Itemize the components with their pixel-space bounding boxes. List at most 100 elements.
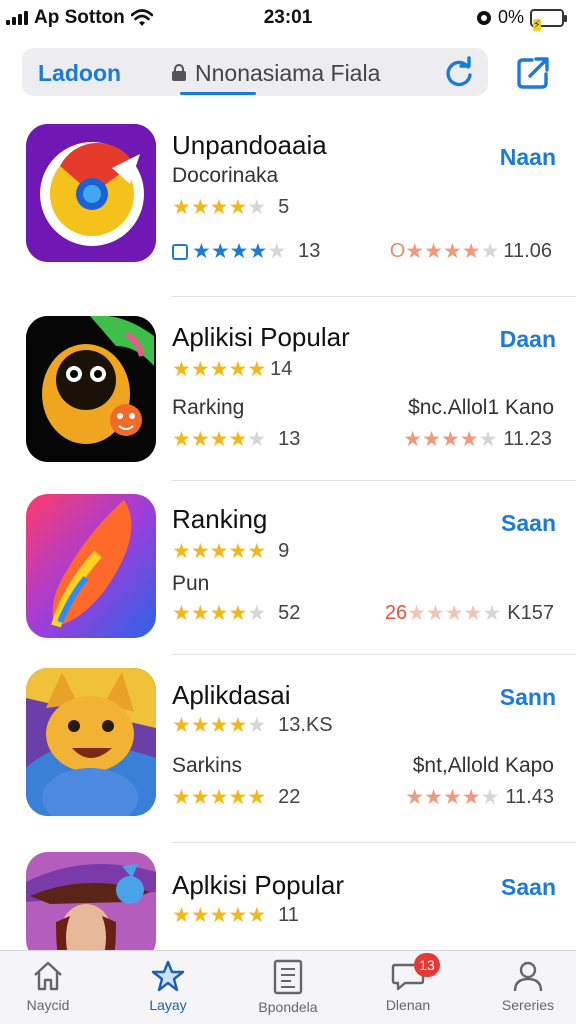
star-icon: ★	[228, 427, 248, 451]
rating-row: ★★★★★ 13	[172, 240, 320, 263]
app-name[interactable]: Aplkisi Popular	[172, 870, 344, 901]
tab-featured[interactable]: Layay	[120, 959, 216, 1013]
star-icon: ★	[248, 239, 268, 263]
tab-documents[interactable]: Bpondela	[240, 959, 336, 1015]
star-icon: ★	[463, 601, 483, 625]
app-name[interactable]: Aplikdasai	[172, 680, 291, 711]
rating-row: O ★★★★★ 11.06	[390, 240, 552, 263]
star-rating-icon: ★★★★★	[172, 603, 266, 625]
rating-value: 5	[278, 196, 290, 218]
star-icon: ★	[190, 539, 210, 563]
tab-home[interactable]: Naycid	[0, 959, 96, 1013]
star-icon: ★	[228, 357, 248, 381]
star-icon: ★	[478, 427, 498, 451]
app-subtitle: Rarking	[172, 396, 245, 419]
star-icon: ★	[228, 539, 248, 563]
star-icon: ★	[442, 239, 462, 263]
rating-row: ★★★★★ 11.23	[403, 428, 552, 451]
star-rating-icon: ★★★★★	[172, 715, 266, 737]
star-icon: ★	[209, 601, 229, 625]
star-icon: ★	[425, 601, 445, 625]
address-bar[interactable]: Ladoon Nnonasiama Fiala	[22, 48, 488, 96]
get-button[interactable]: Naan	[500, 144, 556, 171]
star-icon: ★	[190, 903, 210, 927]
rating-row: ★★★★★ 5	[172, 196, 289, 219]
star-icon: ★	[172, 357, 191, 381]
address-row: Ladoon Nnonasiama Fiala	[0, 44, 576, 100]
star-rating-icon: ★★★★★	[172, 359, 266, 381]
star-icon: ★	[209, 785, 229, 809]
app-subtitle: Pun	[172, 572, 210, 595]
get-button[interactable]: Daan	[500, 326, 556, 353]
star-icon: ★	[172, 903, 191, 927]
rating-value: 13.KS	[278, 714, 333, 736]
star-icon: ★	[424, 785, 443, 809]
star-icon: ★	[459, 427, 479, 451]
star-icon: ★	[209, 427, 229, 451]
row-divider	[172, 480, 576, 481]
app-name[interactable]: Ranking	[172, 504, 267, 535]
browser-app-icon[interactable]	[26, 124, 156, 262]
get-button[interactable]: Saan	[501, 874, 556, 901]
row-divider	[172, 654, 576, 655]
star-icon: ★	[405, 785, 425, 809]
get-button[interactable]: Saan	[501, 510, 556, 537]
star-icon: ★	[461, 785, 481, 809]
document-icon	[273, 959, 303, 995]
rating-row: ★★★★★ 22	[172, 786, 300, 809]
row-divider	[172, 842, 576, 843]
rating-row: 26 ★★★★★ K157	[385, 602, 554, 625]
tab-profile[interactable]: Sereries	[480, 959, 576, 1013]
star-icon: ★	[405, 239, 425, 263]
app-name[interactable]: Unpandoaaia	[172, 130, 327, 161]
rating-row: ★★★★★ 13.KS	[172, 714, 333, 737]
star-icon: ★	[190, 357, 210, 381]
star-icon: ★	[190, 785, 210, 809]
monster-app-icon[interactable]	[26, 316, 156, 462]
app-row[interactable]: Aplkisi Popular Saan ★★★★★ 11	[0, 852, 576, 962]
star-icon: ★	[228, 195, 248, 219]
address-tab-indicator	[180, 92, 256, 95]
star-icon: ★	[247, 713, 267, 737]
rating-value: 11.06	[503, 240, 552, 262]
reload-icon[interactable]	[442, 56, 476, 90]
app-name[interactable]: Aplikisi Popular	[172, 322, 350, 353]
star-rating-icon: ★★★★★	[405, 787, 499, 809]
star-icon: ★	[461, 239, 481, 263]
get-button[interactable]: Sann	[500, 684, 556, 711]
address-url[interactable]: Nnonasiama Fiala	[195, 60, 380, 87]
app-subtitle: Sarkins	[172, 754, 243, 777]
app-row[interactable]: Ranking Saan ★★★★★ 9 Pun ★★★★★ 52 26 ★★★…	[0, 494, 576, 655]
star-icon: ★	[247, 539, 267, 563]
app-row[interactable]: Unpandoaaia Naan Docorinaka ★★★★★ 5 ★★★★…	[0, 124, 576, 297]
price-label: $nt,Allold Kapo	[412, 754, 554, 777]
star-icon: ★	[480, 785, 500, 809]
address-tab-label[interactable]: Ladoon	[38, 60, 121, 87]
fox-app-icon[interactable]	[26, 668, 156, 816]
star-icon: ★	[172, 601, 191, 625]
feather-app-icon[interactable]	[26, 494, 156, 638]
star-rating-icon: ★★★★★	[192, 241, 286, 263]
home-icon	[34, 961, 62, 991]
rating-row: ★★★★★ 9	[172, 540, 289, 563]
star-icon: ★	[172, 195, 191, 219]
star-icon: ★	[247, 357, 267, 381]
status-bar: Ap Sotton 23:01 0% ⚡	[0, 0, 576, 36]
app-row[interactable]: Aplikisi Popular Daan ★★★★★ 14 Rarking $…	[0, 316, 576, 481]
star-icon	[151, 960, 185, 992]
share-icon[interactable]	[514, 54, 552, 92]
rating-value: 22	[278, 786, 301, 808]
app-row[interactable]: Aplikdasai Sann ★★★★★ 13.KS Sarkins $nt,…	[0, 668, 576, 843]
rating-value: 11	[278, 904, 299, 926]
star-icon: ★	[209, 539, 229, 563]
witch-app-icon[interactable]	[26, 852, 156, 962]
rating-prefix: O	[389, 240, 406, 262]
rating-row: ★★★★★ 11.43	[405, 786, 554, 809]
star-icon: ★	[228, 601, 248, 625]
star-icon: ★	[210, 239, 230, 263]
star-icon: ★	[209, 903, 229, 927]
star-icon: ★	[267, 239, 287, 263]
tab-messages[interactable]: 13 Dlenan	[360, 953, 456, 1013]
checkbox-icon[interactable]	[172, 243, 188, 260]
star-icon: ★	[247, 195, 267, 219]
